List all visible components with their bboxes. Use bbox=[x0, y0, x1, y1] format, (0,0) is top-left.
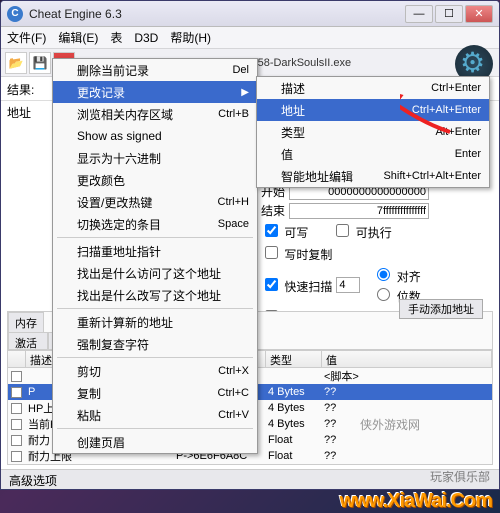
change-submenu: 描述Ctrl+Enter 地址Ctrl+Alt+Enter 类型Alt+Ente… bbox=[256, 76, 490, 188]
align-radio[interactable]: 对齐 bbox=[372, 265, 420, 285]
address-label: 地址 bbox=[7, 104, 31, 121]
ctx-paste[interactable]: 粘贴Ctrl+V bbox=[53, 404, 257, 426]
save-icon[interactable]: 💾 bbox=[29, 52, 51, 74]
results-label: 结果: bbox=[7, 81, 34, 98]
menubar: 文件(F) 编辑(E) 表 D3D 帮助(H) bbox=[1, 27, 499, 49]
table-row[interactable]: 能量P->6E6F87ECFloat?? bbox=[8, 464, 492, 465]
copyonwrite-checkbox[interactable]: 写时复制 bbox=[261, 243, 332, 263]
sub-description[interactable]: 描述Ctrl+Enter bbox=[257, 77, 489, 99]
writable-checkbox[interactable]: 可写 bbox=[261, 221, 308, 241]
col-type[interactable]: 类型 bbox=[266, 351, 322, 367]
ctx-change-record[interactable]: 更改记录▶ bbox=[53, 81, 257, 103]
sub-address[interactable]: 地址Ctrl+Alt+Enter bbox=[257, 99, 489, 121]
minimize-button[interactable]: — bbox=[405, 5, 433, 23]
maximize-button[interactable]: ☐ bbox=[435, 5, 463, 23]
tab-memory[interactable]: 内存 bbox=[8, 312, 44, 332]
executable-checkbox[interactable]: 可执行 bbox=[332, 221, 391, 241]
fastscan-value[interactable] bbox=[336, 277, 360, 293]
ctx-force[interactable]: 强制复查字符 bbox=[53, 333, 257, 355]
end-label: 结束 bbox=[261, 202, 285, 219]
ctx-new-header[interactable]: 创建页眉 bbox=[53, 431, 257, 453]
ctx-toggle[interactable]: 切换选定的条目Space bbox=[53, 213, 257, 235]
add-address-button[interactable]: 手动添加地址 bbox=[399, 299, 483, 319]
ctx-color[interactable]: 更改颜色 bbox=[53, 169, 257, 191]
sub-type[interactable]: 类型Alt+Enter bbox=[257, 121, 489, 143]
sub-smart-edit[interactable]: 智能地址编辑Shift+Ctrl+Alt+Enter bbox=[257, 165, 489, 187]
ctx-recalc[interactable]: 重新计算新的地址 bbox=[53, 311, 257, 333]
ctx-copy[interactable]: 复制Ctrl+C bbox=[53, 382, 257, 404]
close-button[interactable]: ✕ bbox=[465, 5, 493, 23]
window-title: Cheat Engine 6.3 bbox=[29, 7, 405, 21]
open-icon[interactable]: 📂 bbox=[5, 52, 27, 74]
ctx-browse-memory[interactable]: 浏览相关内存区域Ctrl+B bbox=[53, 103, 257, 125]
ctx-show-signed[interactable]: Show as signed bbox=[53, 125, 257, 147]
status-bar[interactable]: 高级选项 bbox=[1, 469, 499, 489]
ctx-find-access[interactable]: 找出是什么访问了这个地址 bbox=[53, 262, 257, 284]
window-controls: — ☐ ✕ bbox=[405, 5, 493, 23]
ctx-show-hex[interactable]: 显示为十六进制 bbox=[53, 147, 257, 169]
ctx-hotkey[interactable]: 设置/更改热键Ctrl+H bbox=[53, 191, 257, 213]
col-value[interactable]: 值 bbox=[322, 351, 492, 367]
menu-edit[interactable]: 编辑(E) bbox=[52, 29, 104, 46]
sub-value[interactable]: 值Enter bbox=[257, 143, 489, 165]
ctx-find-write[interactable]: 找出是什么改写了这个地址 bbox=[53, 284, 257, 306]
menu-table[interactable]: 表 bbox=[104, 29, 128, 46]
ctx-cut[interactable]: 剪切Ctrl+X bbox=[53, 360, 257, 382]
fastscan-checkbox[interactable]: 快速扫描 bbox=[261, 275, 332, 295]
tab-activate[interactable]: 激活 bbox=[8, 332, 48, 349]
menu-file[interactable]: 文件(F) bbox=[1, 29, 52, 46]
menu-d3d[interactable]: D3D bbox=[128, 31, 164, 45]
app-icon: C bbox=[7, 6, 23, 22]
end-input[interactable] bbox=[289, 203, 429, 219]
context-menu: 删除当前记录Del 更改记录▶ 浏览相关内存区域Ctrl+B Show as s… bbox=[52, 58, 258, 454]
watermark-logo: www.XiaWai.Com bbox=[340, 490, 492, 513]
ctx-ptrscan[interactable]: 扫描重地址指针 bbox=[53, 240, 257, 262]
ctx-delete[interactable]: 删除当前记录Del bbox=[53, 59, 257, 81]
menu-help[interactable]: 帮助(H) bbox=[164, 29, 217, 46]
titlebar: C Cheat Engine 6.3 — ☐ ✕ bbox=[1, 1, 499, 27]
